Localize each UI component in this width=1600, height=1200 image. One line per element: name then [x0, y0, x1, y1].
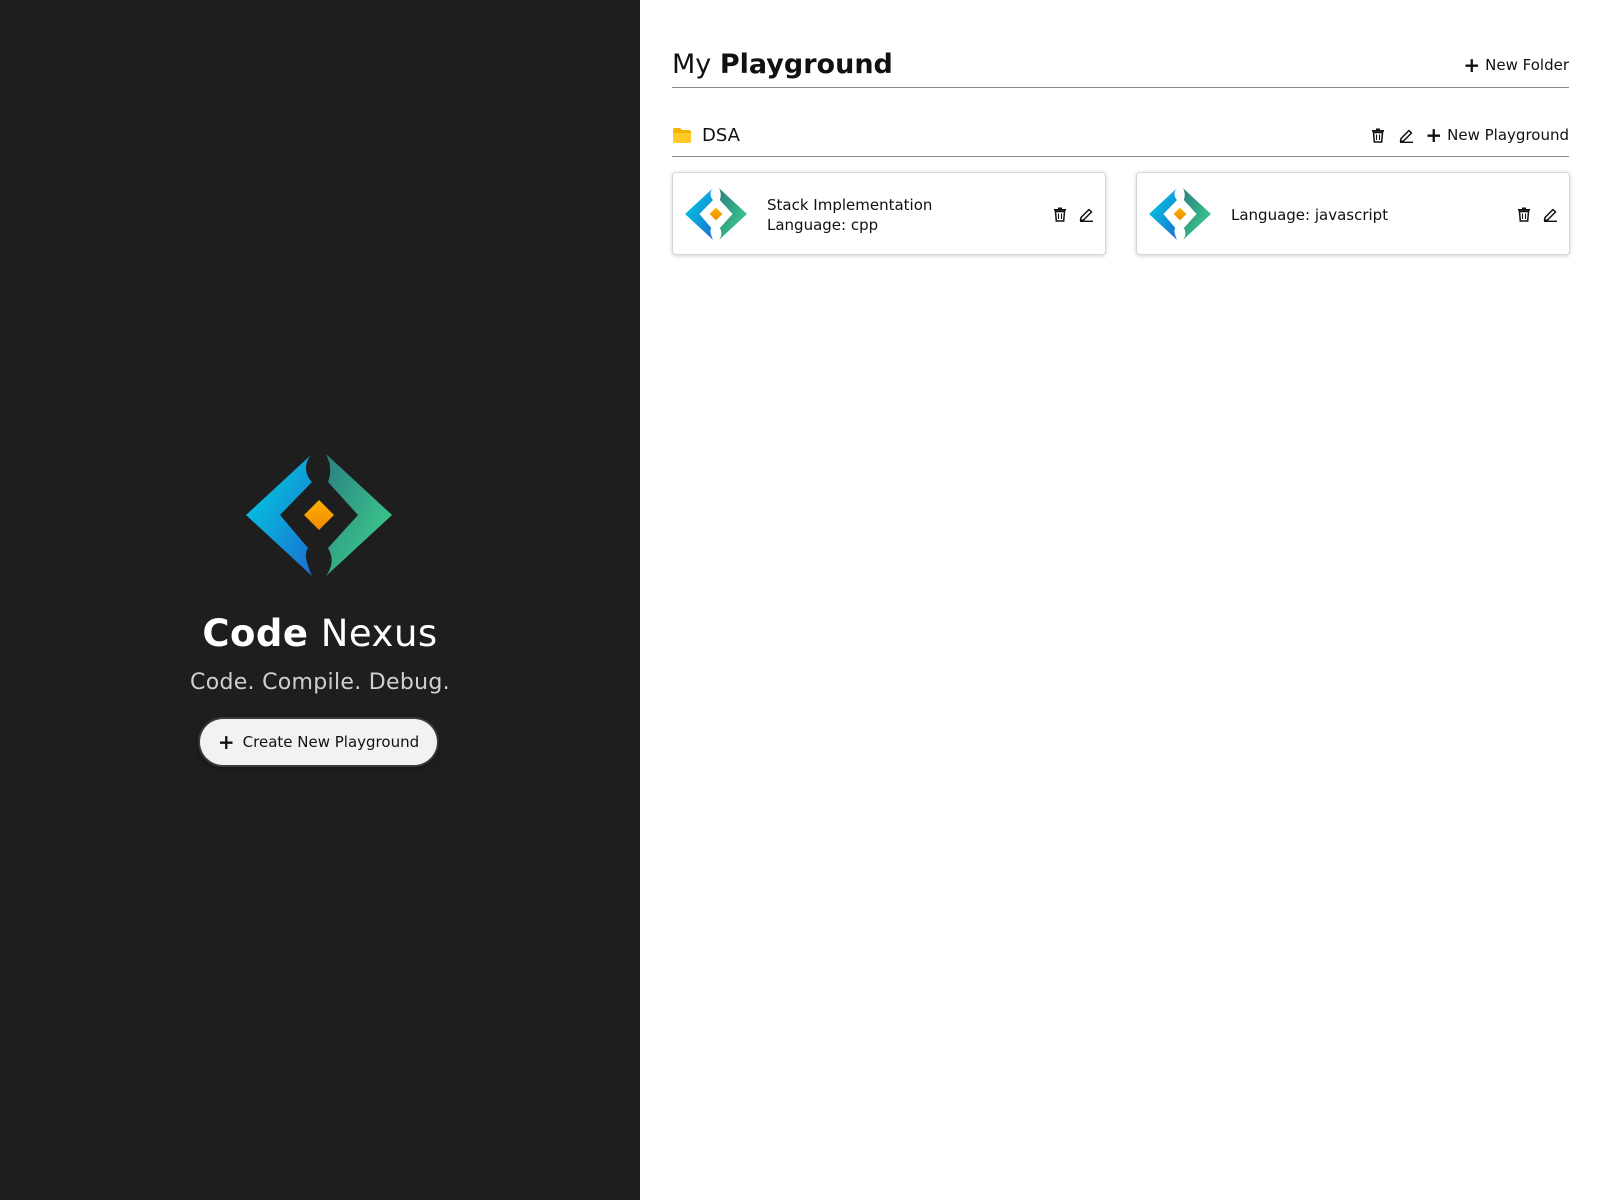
- create-new-playground-button[interactable]: + Create New Playground: [200, 719, 437, 765]
- tagline: Code. Compile. Debug.: [190, 670, 450, 695]
- plus-icon: +: [1463, 52, 1481, 77]
- playground-card-text: Stack Implementation Language: cpp: [767, 173, 932, 256]
- playground-cards: Stack Implementation Language: cpp Langu…: [672, 172, 1570, 255]
- edit-playground-button[interactable]: [1541, 205, 1559, 223]
- pencil-icon: [1079, 208, 1093, 222]
- playground-card[interactable]: Language: javascript: [1136, 172, 1570, 255]
- app-title-bold: Code: [202, 612, 309, 655]
- delete-folder-button[interactable]: [1369, 126, 1387, 144]
- edit-playground-button[interactable]: [1077, 205, 1095, 223]
- playground-card[interactable]: Stack Implementation Language: cpp: [672, 172, 1106, 255]
- playground-language: Language: cpp: [767, 215, 879, 234]
- trash-icon: [1054, 207, 1066, 222]
- edit-folder-button[interactable]: [1397, 126, 1415, 144]
- page-title-light: My: [672, 49, 712, 80]
- code-nexus-logo-icon: [1149, 188, 1211, 240]
- new-folder-button[interactable]: + New Folder: [1463, 55, 1569, 75]
- new-folder-label: New Folder: [1485, 55, 1569, 74]
- create-new-playground-label: Create New Playground: [242, 733, 420, 751]
- plus-icon: +: [217, 730, 235, 754]
- new-playground-button[interactable]: + New Playground: [1425, 125, 1569, 145]
- playground-card-actions: [1051, 205, 1095, 223]
- pencil-icon: [1543, 208, 1557, 222]
- app-title-light: Nexus: [320, 612, 438, 655]
- page-header: My Playground + New Folder: [672, 42, 1569, 88]
- new-playground-label: New Playground: [1447, 126, 1569, 144]
- left-panel: Code Nexus Code. Compile. Debug. + Creat…: [0, 0, 640, 1200]
- trash-icon: [1518, 207, 1530, 222]
- folder-icon: [673, 127, 691, 143]
- folder-header: DSA: [672, 125, 740, 146]
- delete-playground-button[interactable]: [1051, 205, 1069, 223]
- plus-icon: +: [1425, 123, 1443, 147]
- page-title-bold: Playground: [719, 49, 893, 80]
- page-title: My Playground: [672, 49, 893, 80]
- playground-language: Language: javascript: [1231, 205, 1389, 224]
- trash-icon: [1372, 128, 1385, 143]
- delete-playground-button[interactable]: [1515, 205, 1533, 223]
- code-nexus-logo-icon: [246, 454, 392, 576]
- folder-row: DSA + New Playground: [672, 114, 1569, 157]
- folder-name: DSA: [702, 124, 740, 146]
- folder-actions: + New Playground: [1369, 125, 1569, 145]
- code-nexus-logo-icon: [685, 188, 747, 240]
- playground-card-text: Language: javascript: [1231, 173, 1388, 256]
- pencil-icon: [1399, 129, 1413, 143]
- app-title: Code Nexus: [0, 612, 640, 655]
- right-panel: My Playground + New Folder DSA + New Pla…: [640, 0, 1600, 1200]
- playground-title: Stack Implementation: [767, 195, 933, 214]
- playground-card-actions: [1515, 205, 1559, 223]
